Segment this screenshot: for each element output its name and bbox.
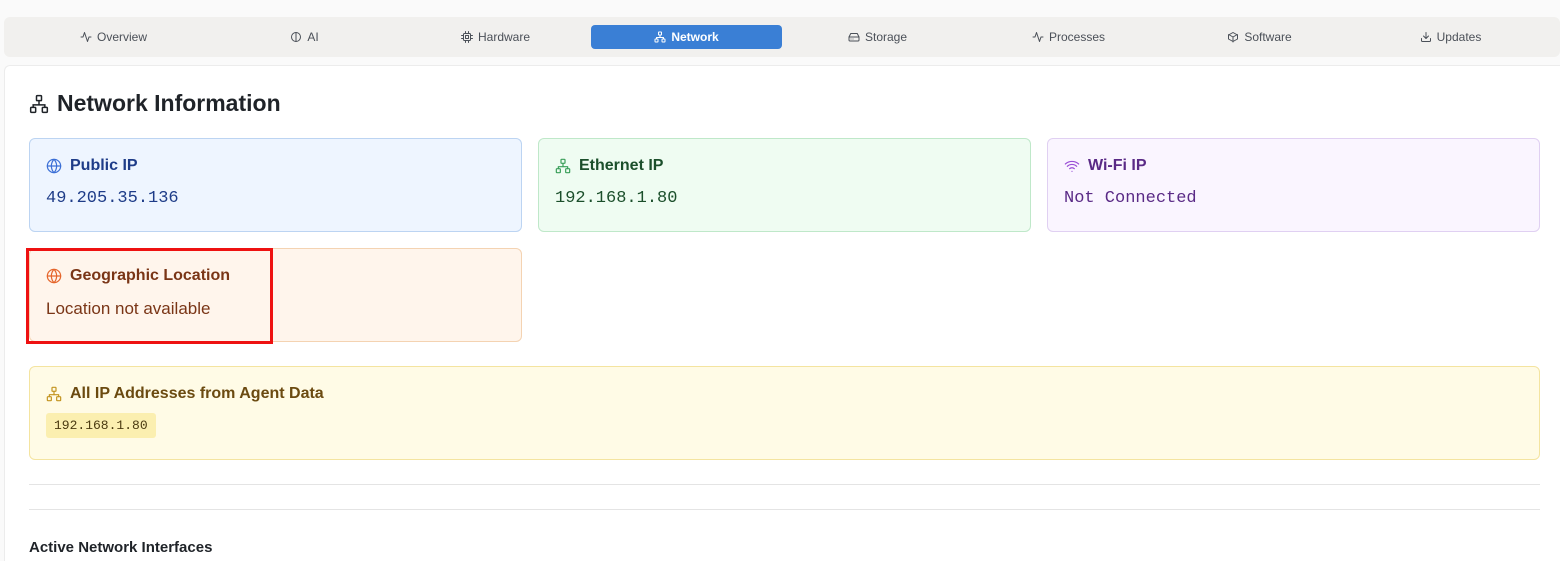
active-interfaces-heading: Active Network Interfaces xyxy=(29,539,213,556)
activity-icon xyxy=(1032,32,1044,42)
tab-label: Updates xyxy=(1436,30,1482,44)
cpu-icon xyxy=(460,31,473,43)
all-ip-addresses-card: All IP Addresses from Agent Data 192.168… xyxy=(29,366,1540,460)
ethernet-ip-card: Ethernet IP 192.168.1.80 xyxy=(538,138,1031,232)
page-title: Network Information xyxy=(29,90,281,117)
tab-overview[interactable]: Overview xyxy=(18,25,209,49)
network-icon xyxy=(654,31,666,43)
geographic-location-card: Geographic Location Location not availab… xyxy=(29,248,522,342)
tab-bar: Overview AI Hardware Network Storage Pro… xyxy=(4,17,1560,57)
network-icon xyxy=(555,158,571,174)
public-ip-card: Public IP 49.205.35.136 xyxy=(29,138,522,232)
tab-ai[interactable]: AI xyxy=(209,25,400,49)
card-header: Ethernet IP xyxy=(555,157,1014,175)
card-title: Public IP xyxy=(70,157,138,174)
divider xyxy=(29,509,1540,510)
activity-icon xyxy=(80,32,92,42)
globe-icon xyxy=(46,158,62,174)
tab-label: Software xyxy=(1244,30,1292,44)
network-icon xyxy=(46,386,62,402)
tab-label: AI xyxy=(307,30,319,44)
tab-network[interactable]: Network xyxy=(591,25,782,49)
card-title: Geographic Location xyxy=(70,267,231,284)
card-title: Wi-Fi IP xyxy=(1088,157,1147,174)
brain-icon xyxy=(291,32,302,42)
card-title: Ethernet IP xyxy=(579,157,664,174)
network-icon xyxy=(29,94,49,113)
card-header: All IP Addresses from Agent Data xyxy=(46,385,1523,403)
tab-processes[interactable]: Processes xyxy=(973,25,1164,49)
tab-storage[interactable]: Storage xyxy=(782,25,973,49)
tab-label: Hardware xyxy=(477,30,531,44)
download-icon xyxy=(1420,32,1431,42)
tab-label: Processes xyxy=(1048,30,1106,44)
wifi-ip-card: Wi-Fi IP Not Connected xyxy=(1047,138,1540,232)
card-header: Wi-Fi IP xyxy=(1064,157,1523,175)
geographic-location-value: Location not available xyxy=(46,299,211,318)
ip-address-chip: 192.168.1.80 xyxy=(46,413,156,438)
card-title: All IP Addresses from Agent Data xyxy=(70,385,324,402)
public-ip-value: 49.205.35.136 xyxy=(46,189,179,208)
tab-hardware[interactable]: Hardware xyxy=(400,25,591,49)
tab-label: Storage xyxy=(864,30,908,44)
ethernet-ip-value: 192.168.1.80 xyxy=(555,189,678,208)
globe-icon xyxy=(46,268,62,284)
divider xyxy=(29,484,1540,485)
tab-updates[interactable]: Updates xyxy=(1355,25,1546,49)
card-header: Geographic Location xyxy=(46,267,505,285)
network-panel: Network Information Public IP 49.205.35.… xyxy=(4,65,1560,561)
page-title-text: Network Information xyxy=(57,90,281,116)
tab-label: Network xyxy=(671,30,719,44)
wifi-ip-value: Not Connected xyxy=(1064,189,1197,208)
tab-software[interactable]: Software xyxy=(1164,25,1355,49)
hard-drive-icon xyxy=(848,33,860,42)
tab-label: Overview xyxy=(96,30,147,44)
wifi-icon xyxy=(1064,160,1080,172)
package-icon xyxy=(1228,32,1239,43)
card-header: Public IP xyxy=(46,157,505,175)
